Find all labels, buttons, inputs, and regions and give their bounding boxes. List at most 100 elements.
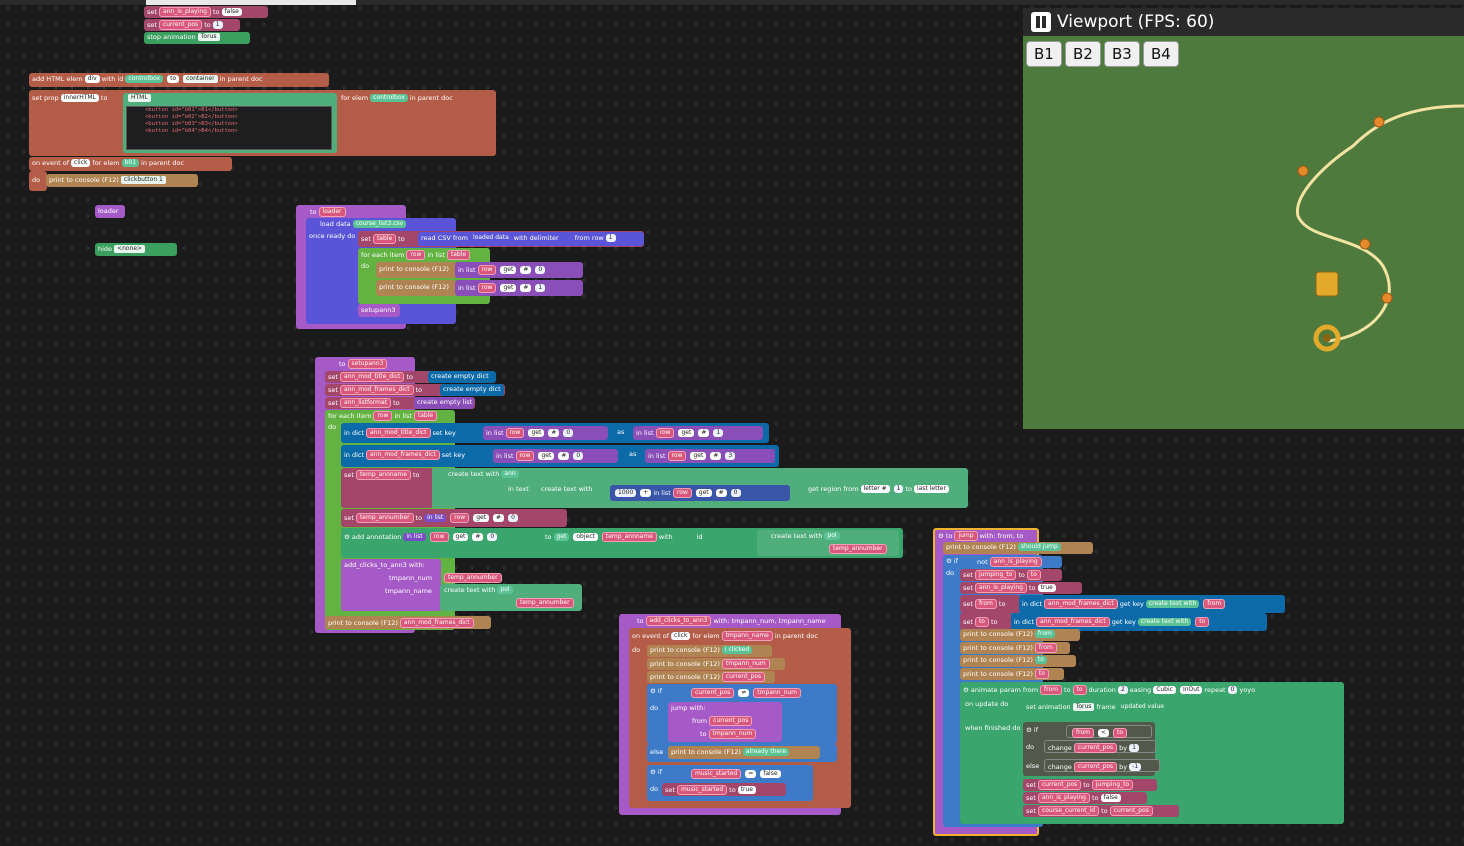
add-annotation-block[interactable]: ⚙ add annotation in list row get #0 to get obj… <box>341 528 903 558</box>
hash-dropdown[interactable]: # <box>698 429 710 437</box>
math-add[interactable]: 1000 + in list row get #0 <box>610 485 790 501</box>
dict-set-frames[interactable]: in dict ann_mod_frames_dict set key in lis… <box>341 445 779 467</box>
var-to[interactable]: to <box>1026 570 1041 580</box>
torus-value[interactable]: Torus <box>197 33 220 41</box>
index-value[interactable]: 1 <box>713 429 724 437</box>
var-current-pos[interactable]: current_pos <box>1073 743 1118 753</box>
false-value[interactable]: false <box>1100 794 1121 802</box>
empty-dict-2[interactable]: create empty dict <box>440 384 504 396</box>
list-get-1[interactable]: in list row get #1 <box>455 280 583 296</box>
var-ann-is-playing[interactable]: ann_is_playing <box>1037 793 1090 803</box>
pause-icon[interactable] <box>1031 12 1051 32</box>
html-code-block[interactable]: HTML <button id="b01">B1</button> <butto… <box>123 93 337 153</box>
true-value[interactable]: true <box>1037 584 1056 592</box>
compare-lt[interactable]: from < to <box>1066 725 1152 738</box>
eq-operator[interactable]: = <box>745 770 757 778</box>
var-temp-annumber[interactable]: temp_annumber <box>444 573 502 583</box>
container-text[interactable]: container <box>183 75 218 83</box>
compare-eq[interactable]: music_started = false <box>686 767 810 780</box>
false-value[interactable]: false <box>760 770 781 778</box>
add-html-elem-block[interactable]: add HTML elem div with id controlbox to conta… <box>29 73 329 87</box>
var-ann-is-playing[interactable]: ann_is_playing <box>974 583 1027 593</box>
get-dropdown[interactable]: get <box>473 514 490 522</box>
index-value[interactable]: 0 <box>508 514 518 522</box>
change-pos-plus[interactable]: change current_pos by 1 <box>1044 740 1156 753</box>
var-to[interactable]: to <box>1113 728 1128 738</box>
create-text-pol[interactable]: create text with pol temp_annumber <box>757 530 899 556</box>
index-value[interactable]: 0 <box>563 429 574 437</box>
click-message-text[interactable]: clickbutton 1 <box>120 176 166 184</box>
empty-dict-1[interactable]: create empty dict <box>428 371 496 383</box>
create-text-pol-2[interactable]: create text with pol temp_annumber <box>440 584 582 611</box>
b01-text[interactable]: b01 <box>121 159 140 167</box>
stop-animation-block[interactable]: stop animation Torus <box>144 32 250 44</box>
gear-icon[interactable]: ⚙ <box>650 687 656 695</box>
code-editor[interactable]: <button id="b01">B1</button> <button id=… <box>126 106 332 150</box>
var-table[interactable]: table <box>446 250 471 260</box>
var-from[interactable]: from <box>1034 643 1057 653</box>
csv-filename[interactable]: course_list3.csv <box>352 220 407 228</box>
hash-dropdown[interactable]: # <box>548 429 560 437</box>
set-course-current-id[interactable]: set course_current_id to current_pos <box>1023 805 1179 817</box>
print-from-1[interactable]: print to console (F12) from <box>960 629 1080 641</box>
num-value[interactable]: 1 <box>212 21 223 29</box>
letter-dropdown[interactable]: letter # <box>860 485 890 493</box>
event-dropdown[interactable]: click <box>671 632 691 640</box>
var-to[interactable]: to <box>1034 669 1049 679</box>
repeat-value[interactable]: 0 <box>1227 686 1238 694</box>
index-value[interactable]: 0 <box>730 489 741 497</box>
gear-icon[interactable]: ⚙ <box>650 768 656 776</box>
gear-icon[interactable]: ⚙ <box>963 686 969 694</box>
var-row[interactable]: row <box>672 488 692 498</box>
var-temp-annname[interactable]: temp_annname <box>601 532 657 542</box>
set-temp-annumber[interactable]: set temp_annumber to in list row get #0 <box>341 509 567 527</box>
hash-dropdown[interactable]: # <box>715 489 727 497</box>
set-current-pos-jumping[interactable]: set current_pos to jumping_to <box>1023 779 1157 791</box>
var-tmpann-num[interactable]: tmpann_num <box>753 688 802 698</box>
var-title-dict[interactable]: ann_mod_title_dict <box>366 428 431 438</box>
var-ann-is-playing[interactable]: ann_is_playing <box>989 557 1042 567</box>
print-should-jump[interactable]: print to console (F12) should jump <box>943 542 1093 554</box>
set-ann-is-playing[interactable]: set ann_is_playing to true <box>960 582 1082 594</box>
get-dropdown[interactable]: get <box>538 452 555 460</box>
var-row[interactable]: row <box>450 513 470 523</box>
index-value[interactable]: 1 <box>535 284 546 292</box>
print-tmpann-num[interactable]: print to console (F12) tmpann_num <box>647 658 785 670</box>
dict-set-title[interactable]: in dict ann_mod_title_dict set key in list… <box>341 423 769 443</box>
print-block-0[interactable]: print to console (F12) <box>376 262 456 278</box>
var-ann-is-playing[interactable]: ann_is_playing <box>158 7 211 17</box>
index-value[interactable]: 0 <box>535 266 546 274</box>
compare-neq[interactable]: current_pos ≠ tmpann_num <box>686 686 834 699</box>
index-value[interactable]: 0 <box>573 452 584 460</box>
scene-3d-view[interactable] <box>1023 36 1464 429</box>
read-csv-block[interactable]: read CSV from loaded data with delimiter fr… <box>418 232 644 246</box>
should-jump-text[interactable]: should jump <box>1017 543 1061 551</box>
var-row[interactable]: row <box>667 451 687 461</box>
var-temp-annname[interactable]: temp_annname <box>355 470 411 480</box>
index-value[interactable]: 3 <box>725 452 736 460</box>
call-add-clicks[interactable]: add_clicks_to_ann3 with: tmpann_num tmpa… <box>341 559 441 611</box>
var-row[interactable]: row <box>429 532 449 542</box>
hash-dropdown[interactable]: # <box>520 266 532 274</box>
gear-icon[interactable]: ⚙ <box>344 533 350 541</box>
set-from[interactable]: set from to <box>960 595 1020 613</box>
dict-get-from[interactable]: in dict ann_mod_frames_dict get key create … <box>1019 595 1285 613</box>
lt-operator[interactable]: < <box>1097 729 1109 737</box>
cubic-dropdown[interactable]: Cubic <box>1153 686 1176 694</box>
none-dropdown[interactable]: <none> <box>114 245 146 253</box>
var-row[interactable]: row <box>373 411 393 421</box>
var-frames-dict[interactable]: ann_mod_frames_dict <box>366 450 440 460</box>
var-row[interactable]: row <box>477 283 497 293</box>
var-temp-annumber[interactable]: temp_annumber <box>829 544 887 554</box>
false-value[interactable]: false <box>221 8 242 16</box>
last-letter-dropdown[interactable]: last letter <box>914 485 949 493</box>
controlbox-text[interactable]: controlbox <box>125 75 164 83</box>
from-text[interactable]: from <box>1034 630 1055 638</box>
set-animation-frame[interactable]: set animation Torus frame updated value <box>1023 699 1213 717</box>
var-listformat[interactable]: ann_listformat <box>339 398 392 408</box>
change-pos-minus[interactable]: change current_pos by -1 <box>1044 759 1160 772</box>
list-get-key[interactable]: in list row get #0 <box>483 426 608 440</box>
var-frames-dict[interactable]: ann_mod_frames_dict <box>399 618 474 628</box>
get-dropdown[interactable]: get <box>500 266 517 274</box>
var-current-pos[interactable]: current_pos <box>721 672 766 682</box>
